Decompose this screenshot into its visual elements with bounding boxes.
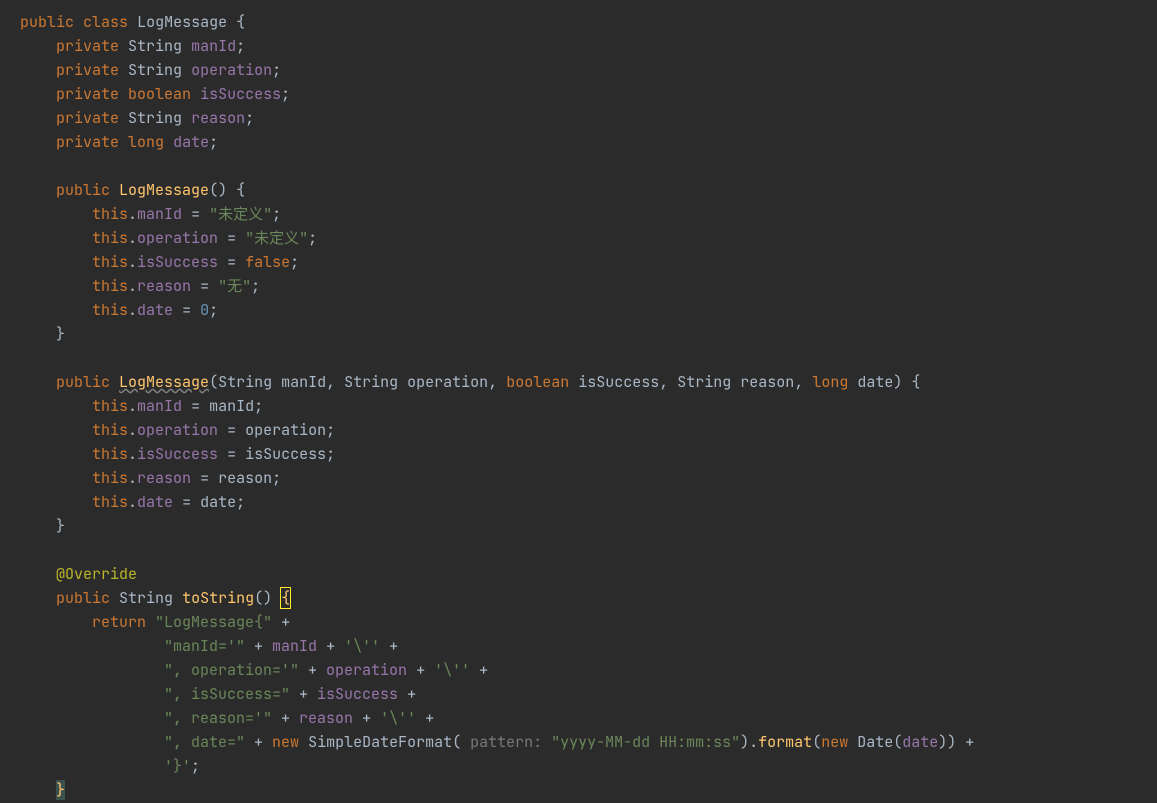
code-line: this.isSuccess = isSuccess; [20, 444, 335, 464]
code-line: } [20, 516, 65, 536]
code-line: '}'; [20, 756, 200, 776]
code-line: this.reason = reason; [20, 468, 281, 488]
code-line: public String toString() { [20, 588, 290, 608]
code-editor[interactable]: public class LogMessage { private String… [0, 0, 1157, 802]
code-line: private String manId; [20, 36, 245, 56]
code-line: public LogMessage(String manId, String o… [20, 372, 920, 392]
code-line: this.manId = manId; [20, 396, 263, 416]
code-line: ", operation='" + operation + '\'' + [20, 660, 488, 680]
code-line: public LogMessage() { [20, 180, 245, 200]
code-line: this.operation = "未定义"; [20, 228, 317, 248]
code-line: this.isSuccess = false; [20, 252, 299, 272]
matched-brace-open: { [280, 587, 291, 609]
blank-line [20, 348, 29, 368]
code-line: ", date=" + new SimpleDateFormat( patter… [20, 732, 974, 752]
code-line: this.date = 0; [20, 300, 218, 320]
code-line: ", reason='" + reason + '\'' + [20, 708, 434, 728]
code-line: private String reason; [20, 108, 254, 128]
blank-line [20, 540, 29, 560]
code-line: this.reason = "无"; [20, 276, 260, 296]
code-line: "manId='" + manId + '\'' + [20, 636, 398, 656]
blank-line [20, 156, 29, 176]
code-line: this.manId = "未定义"; [20, 204, 281, 224]
code-line: } [20, 324, 65, 344]
code-line: ", isSuccess=" + isSuccess + [20, 684, 416, 704]
code-line: @Override [20, 564, 137, 584]
code-line: private String operation; [20, 60, 281, 80]
code-line: this.operation = operation; [20, 420, 335, 440]
code-line: } [20, 780, 65, 800]
code-line: private long date; [20, 132, 218, 152]
code-line: public class LogMessage { [20, 12, 245, 32]
code-line: private boolean isSuccess; [20, 84, 290, 104]
code-line: this.date = date; [20, 492, 245, 512]
matched-brace-close: } [56, 780, 65, 800]
code-line: return "LogMessage{" + [20, 612, 290, 632]
